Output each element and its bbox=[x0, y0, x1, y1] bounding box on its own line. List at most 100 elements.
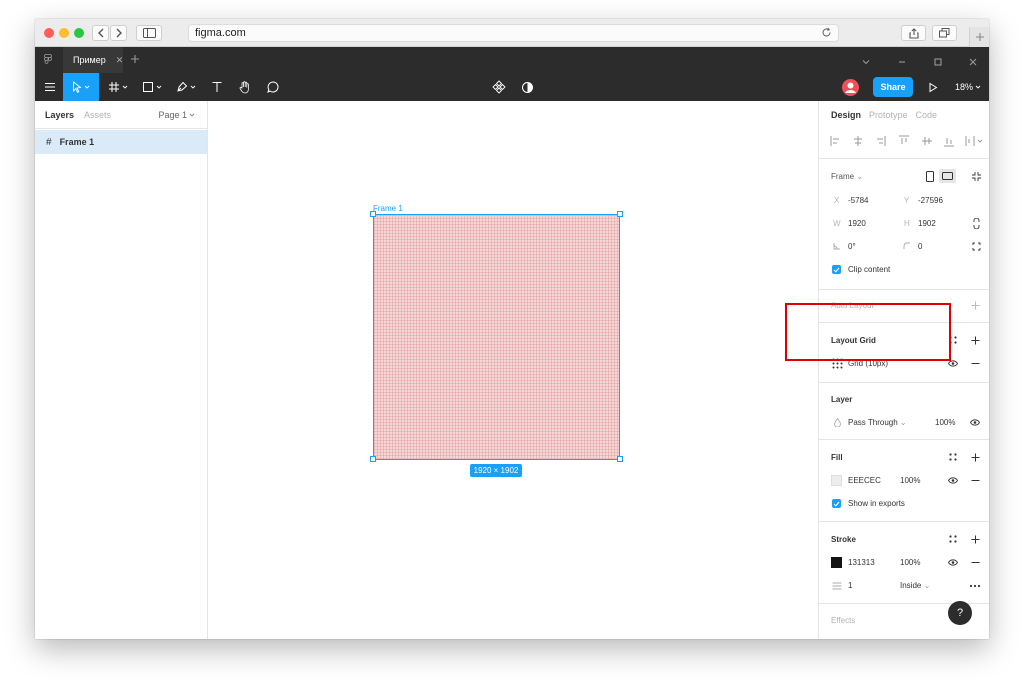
back-button[interactable] bbox=[92, 25, 109, 41]
x-input[interactable]: -5784 bbox=[848, 196, 868, 205]
contrast-icon bbox=[521, 81, 533, 93]
main-menu-button[interactable] bbox=[39, 73, 61, 101]
zoom-dropdown[interactable]: 18% bbox=[955, 73, 981, 101]
chevron-down-icon[interactable] bbox=[861, 54, 871, 72]
frame-type-dropdown[interactable]: Frame ⌄ bbox=[831, 172, 863, 181]
share-button[interactable]: Share bbox=[873, 77, 913, 97]
stroke-visibility-toggle[interactable] bbox=[947, 556, 959, 568]
height-input[interactable]: 1902 bbox=[918, 219, 936, 228]
share-page-button[interactable] bbox=[901, 25, 926, 41]
tab-prototype[interactable]: Prototype bbox=[869, 110, 908, 120]
page-selector[interactable]: Page 1 bbox=[158, 110, 195, 120]
text-tool-button[interactable] bbox=[207, 73, 227, 101]
blend-mode-dropdown[interactable]: Pass Through ⌄ bbox=[848, 418, 907, 427]
forward-button[interactable] bbox=[110, 25, 127, 41]
chevron-right-icon bbox=[116, 28, 122, 38]
resize-to-fit-button[interactable] bbox=[969, 169, 983, 183]
add-auto-layout-button[interactable] bbox=[969, 299, 981, 311]
fill-color-swatch[interactable] bbox=[831, 475, 842, 486]
close-window-button[interactable] bbox=[44, 28, 54, 38]
portrait-orientation-button[interactable] bbox=[923, 169, 937, 183]
align-bottom-icon bbox=[944, 138, 954, 147]
zoom-level: 18% bbox=[955, 82, 974, 92]
remove-stroke-button[interactable] bbox=[969, 556, 981, 568]
tab-assets[interactable]: Assets bbox=[84, 110, 111, 120]
landscape-orientation-button[interactable] bbox=[939, 169, 956, 183]
minimize-window-button[interactable] bbox=[59, 28, 69, 38]
stroke-color-swatch[interactable] bbox=[831, 557, 842, 568]
components-button[interactable] bbox=[489, 73, 509, 101]
help-button[interactable]: ? bbox=[948, 601, 972, 625]
rotation-input[interactable]: 0° bbox=[848, 242, 856, 251]
stroke-styles-button[interactable] bbox=[947, 533, 959, 545]
frame-label[interactable]: Frame 1 bbox=[373, 204, 403, 213]
address-bar[interactable]: figma.com bbox=[188, 24, 839, 42]
show-in-exports-checkbox[interactable] bbox=[832, 499, 841, 508]
canvas[interactable]: Frame 1 1920 × 1902 bbox=[208, 101, 818, 639]
tab-design[interactable]: Design bbox=[831, 110, 861, 120]
fill-visibility-toggle[interactable] bbox=[947, 474, 959, 486]
url-text: figma.com bbox=[195, 27, 246, 39]
checkmark-icon bbox=[833, 501, 840, 507]
advanced-stroke-button[interactable] bbox=[967, 580, 983, 592]
figma-logo-icon[interactable] bbox=[44, 54, 52, 66]
tab-file[interactable]: Пример ✕ bbox=[63, 47, 123, 73]
resize-handle-bottom-left[interactable] bbox=[370, 456, 376, 462]
rectangle-icon bbox=[143, 82, 153, 92]
stroke-hex-input[interactable]: 131313 bbox=[848, 558, 875, 567]
add-stroke-button[interactable] bbox=[969, 533, 981, 545]
remove-grid-button[interactable] bbox=[969, 357, 981, 369]
comment-tool-button[interactable] bbox=[263, 73, 283, 101]
more-icon bbox=[969, 584, 981, 588]
fill-hex-input[interactable]: EEECEC bbox=[848, 476, 881, 485]
close-tab-icon[interactable]: ✕ bbox=[116, 55, 124, 66]
fill-opacity-input[interactable]: 100% bbox=[900, 476, 920, 485]
add-layout-grid-button[interactable] bbox=[969, 334, 981, 346]
tabs-icon bbox=[939, 28, 950, 38]
tabs-overview-button[interactable] bbox=[932, 25, 957, 41]
stroke-position-dropdown[interactable]: Inside ⌄ bbox=[900, 581, 930, 590]
new-tab-button[interactable] bbox=[969, 27, 989, 47]
remove-fill-button[interactable] bbox=[969, 474, 981, 486]
constrain-proportions-button[interactable] bbox=[970, 217, 982, 229]
tab-code[interactable]: Code bbox=[916, 110, 938, 120]
corner-radius-input[interactable]: 0 bbox=[918, 242, 922, 251]
layer-opacity-input[interactable]: 100% bbox=[935, 418, 955, 427]
resize-handle-top-left[interactable] bbox=[370, 211, 376, 217]
add-fill-button[interactable] bbox=[969, 451, 981, 463]
stroke-position-label: Inside bbox=[900, 581, 922, 590]
fill-styles-button[interactable] bbox=[947, 451, 959, 463]
resize-handle-top-right[interactable] bbox=[617, 211, 623, 217]
zoom-window-button[interactable] bbox=[74, 28, 84, 38]
present-button[interactable] bbox=[923, 73, 943, 101]
resize-handle-bottom-right[interactable] bbox=[617, 456, 623, 462]
tab-layers[interactable]: Layers bbox=[45, 110, 74, 120]
minimize-icon[interactable] bbox=[897, 54, 907, 72]
hand-tool-button[interactable] bbox=[235, 73, 255, 101]
frame-icon: # bbox=[46, 136, 52, 148]
move-tool-button[interactable] bbox=[63, 73, 99, 101]
pen-tool-button[interactable] bbox=[173, 73, 199, 101]
maximize-icon[interactable] bbox=[933, 54, 943, 72]
y-input[interactable]: -27596 bbox=[918, 196, 943, 205]
layer-visibility-toggle[interactable] bbox=[969, 416, 981, 428]
avatar[interactable] bbox=[840, 73, 860, 101]
reload-icon[interactable] bbox=[821, 27, 832, 41]
frame-tool-button[interactable] bbox=[105, 73, 131, 101]
close-icon[interactable] bbox=[968, 54, 978, 72]
width-input[interactable]: 1920 bbox=[848, 219, 866, 228]
stroke-weight-input[interactable]: 1 bbox=[848, 581, 852, 590]
frame-1[interactable] bbox=[373, 214, 620, 460]
layers-panel: Layers Assets Page 1 # Frame 1 bbox=[35, 101, 208, 639]
shape-tool-button[interactable] bbox=[139, 73, 165, 101]
clip-content-checkbox[interactable] bbox=[832, 265, 841, 274]
mask-button[interactable] bbox=[517, 73, 537, 101]
distribute-icon bbox=[965, 136, 983, 146]
layer-item-frame-1[interactable]: # Frame 1 bbox=[35, 130, 207, 154]
stroke-opacity-input[interactable]: 100% bbox=[900, 558, 920, 567]
add-tab-icon[interactable] bbox=[130, 54, 140, 64]
sidebar-toggle-button[interactable] bbox=[136, 25, 162, 41]
divider bbox=[819, 521, 989, 522]
alignment-toolbar[interactable] bbox=[829, 134, 987, 148]
independent-corners-button[interactable] bbox=[970, 240, 982, 252]
